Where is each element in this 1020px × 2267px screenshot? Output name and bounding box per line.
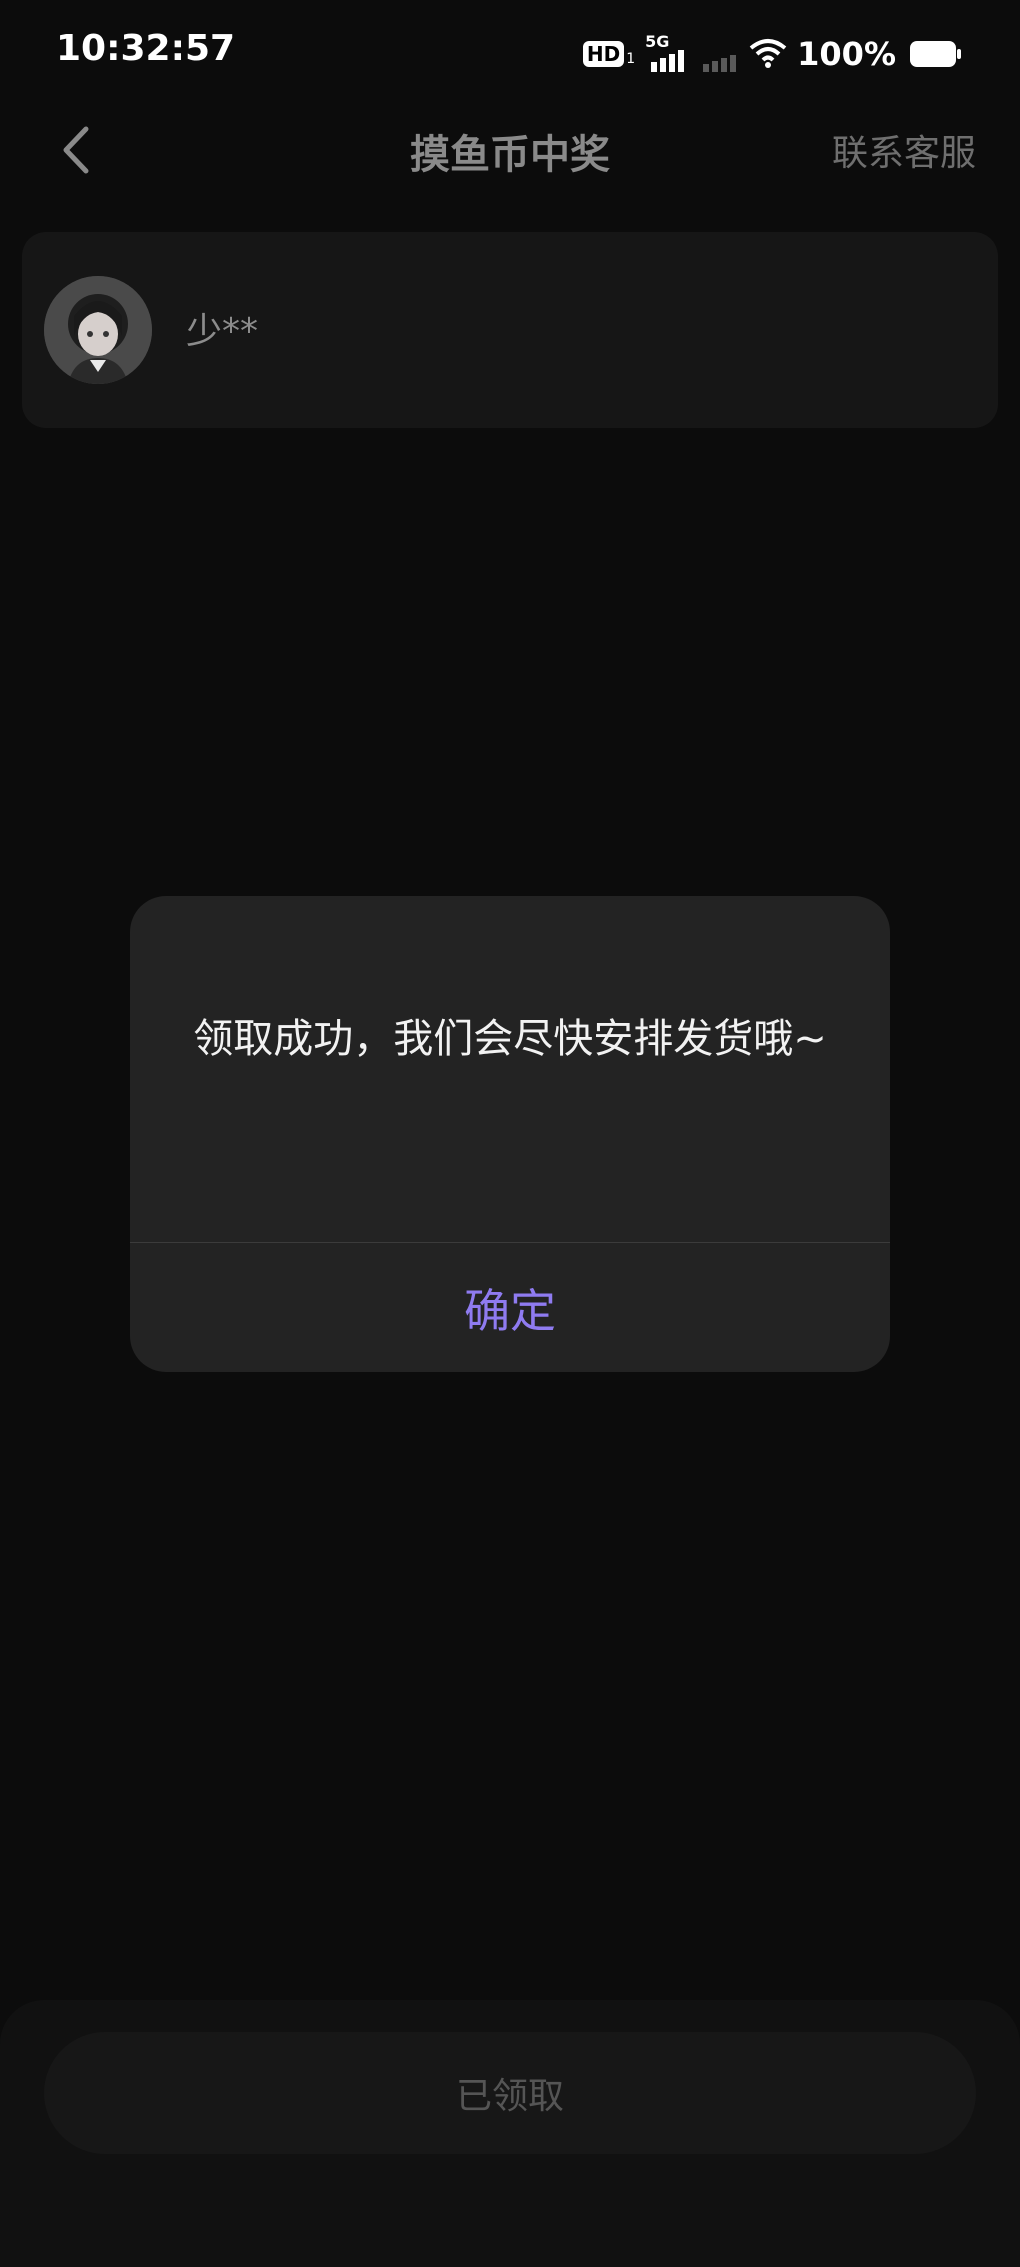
hd-badge-sub: 1 (626, 51, 636, 67)
hd-icon: HD 1 (582, 41, 636, 67)
avatar (44, 276, 152, 384)
signal-5g-icon: 5G (645, 32, 689, 74)
confirm-button[interactable]: 确定 (130, 1243, 890, 1372)
bottom-panel: 已领取 (0, 2000, 1020, 2267)
battery-icon (910, 40, 962, 68)
wifi-icon (749, 38, 787, 70)
signal-weak-icon (699, 34, 739, 74)
battery-percent: 100% (797, 35, 896, 73)
status-time: 10:32:57 (56, 28, 236, 69)
dialog-message: 领取成功，我们会尽快安排发货哦~ (193, 1016, 827, 1062)
status-bar: 10:32:57 HD 1 5G 100% (0, 0, 1020, 110)
claimed-button[interactable]: 已领取 (44, 2032, 976, 2154)
user-name: 少** (186, 311, 259, 352)
contact-support-link[interactable]: 联系客服 (832, 124, 976, 176)
hd-badge-text: HD (582, 41, 625, 67)
success-dialog: 领取成功，我们会尽快安排发货哦~ 确定 (130, 896, 890, 1372)
status-icons: HD 1 5G 100% (582, 32, 962, 74)
user-card: 少** (22, 232, 998, 428)
